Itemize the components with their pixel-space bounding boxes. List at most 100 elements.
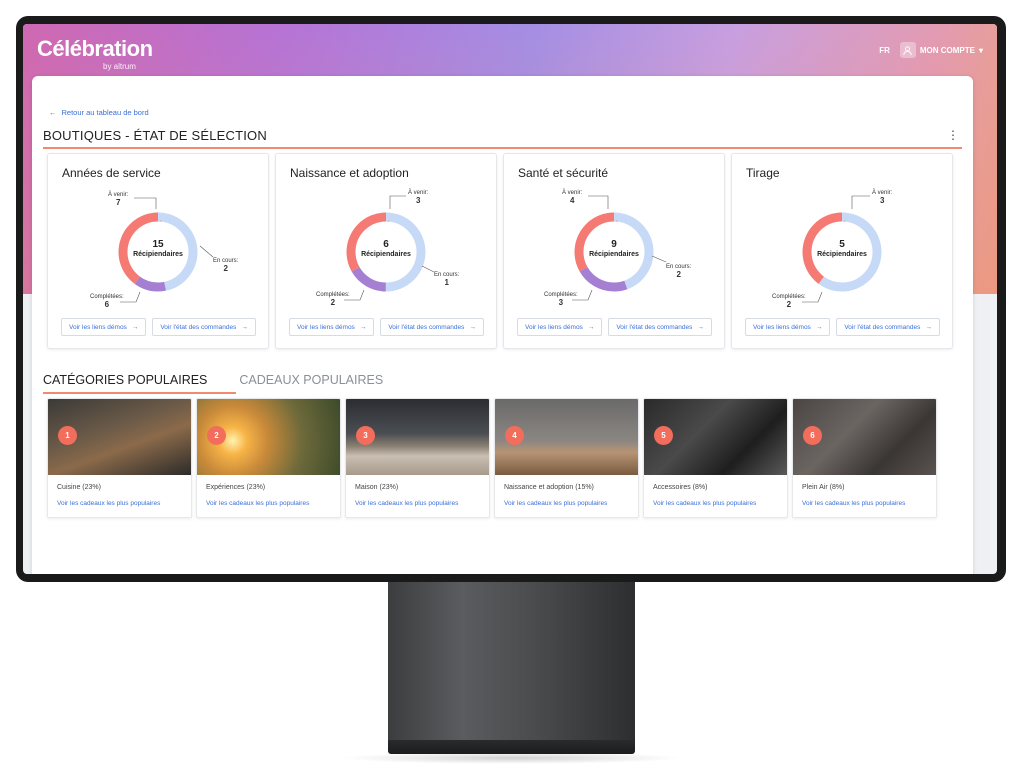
- annotation-completees: Complétées: 2: [772, 294, 806, 309]
- leader-line: [134, 197, 157, 209]
- rank-badge: 3: [356, 426, 375, 445]
- category-name: Accessoires (8%): [653, 484, 708, 491]
- leader-line: [588, 195, 609, 209]
- annotation-a-venir: À venir: 7: [108, 192, 128, 207]
- annotation-value: 2: [223, 264, 228, 273]
- tab-categories[interactable]: CATÉGORIES POPULAIRES: [43, 373, 207, 391]
- shop-actions: Voir les liens démos → Voir l'état des c…: [745, 318, 940, 336]
- app-screen: Célébration by altrum FR MON COMPTE ▾ ← …: [23, 24, 997, 574]
- tab-gifts[interactable]: CADEAUX POPULAIRES: [239, 373, 383, 391]
- user-avatar-icon: [899, 42, 916, 58]
- annotation-value: 6: [104, 300, 110, 309]
- donut-chart: [572, 195, 667, 301]
- arrow-right-icon: →: [359, 323, 367, 331]
- account-menu[interactable]: MON COMPTE ▾: [899, 42, 983, 58]
- shop-actions: Voir les liens démos → Voir l'état des c…: [289, 318, 484, 336]
- category-name: Naissance et adoption (15%): [504, 484, 594, 491]
- shop-actions: Voir les liens démos → Voir l'état des c…: [517, 318, 712, 336]
- button-label: Voir les liens démos: [69, 323, 127, 331]
- annotation-a-venir: À venir: 3: [408, 190, 428, 205]
- category-card[interactable]: 2 Expériences (23%) Voir les cadeaux les…: [196, 398, 341, 518]
- annotation-a-venir: À venir: 4: [562, 190, 582, 205]
- arrow-right-icon: →: [131, 323, 139, 331]
- donut-chart: [802, 195, 882, 303]
- recipients-total: 6: [383, 239, 389, 250]
- leader-line: [851, 195, 870, 209]
- popular-gifts-link[interactable]: Voir les cadeaux les plus populaires: [355, 500, 458, 507]
- popular-gifts-link[interactable]: Voir les cadeaux les plus populaires: [802, 500, 905, 507]
- donut-chart: [118, 197, 214, 303]
- category-card[interactable]: 3 Maison (23%) Voir les cadeaux les plus…: [345, 398, 490, 518]
- button-label: Voir l'état des commandes: [844, 323, 921, 331]
- donut-chart: [344, 195, 435, 301]
- category-card[interactable]: 4 Naissance et adoption (15%) Voir les c…: [494, 398, 639, 518]
- button-label: Voir les liens démos: [753, 323, 811, 331]
- view-demo-links-button[interactable]: Voir les liens démos →: [61, 318, 147, 336]
- leader-line: [389, 195, 406, 209]
- annotation-a-venir: À venir: 3: [872, 190, 892, 205]
- view-demo-links-button[interactable]: Voir les liens démos →: [517, 318, 603, 336]
- view-demo-links-button[interactable]: Voir les liens démos →: [289, 318, 375, 336]
- popular-gifts-link[interactable]: Voir les cadeaux les plus populaires: [57, 500, 160, 507]
- shop-card: Années de service 15 Récipiendaires À ve…: [47, 153, 269, 349]
- annotation-value: 3: [879, 196, 885, 205]
- more-options-icon[interactable]: ⋮: [947, 129, 959, 141]
- logo-subtitle: by altrum: [103, 62, 136, 71]
- view-demo-links-button[interactable]: Voir les liens démos →: [745, 318, 831, 336]
- annotation-value: 2: [676, 270, 681, 279]
- recipients-label: Récipiendaires: [133, 251, 183, 258]
- category-name: Expériences (23%): [206, 484, 266, 491]
- page-title: BOUTIQUES - ÉTAT DE SÉLECTION: [43, 128, 267, 143]
- recipients-total: 9: [611, 239, 617, 250]
- monitor-stand-base: [388, 740, 635, 754]
- annotation-value: 7: [115, 198, 121, 207]
- back-link[interactable]: ← Retour au tableau de bord: [49, 108, 149, 117]
- shop-card: Santé et sécurité 9 Récipiendaires À ven…: [503, 153, 725, 349]
- popular-gifts-link[interactable]: Voir les cadeaux les plus populaires: [504, 500, 607, 507]
- monitor-bezel: Célébration by altrum FR MON COMPTE ▾ ← …: [16, 16, 1006, 582]
- annotation-en-cours: En cours: 2: [213, 258, 238, 273]
- popular-gifts-link[interactable]: Voir les cadeaux les plus populaires: [206, 500, 309, 507]
- arrow-left-icon: ←: [49, 108, 57, 117]
- annotation-value: 3: [415, 196, 421, 205]
- active-tab-indicator: [43, 392, 236, 394]
- category-card[interactable]: 6 Plein Air (8%) Voir les cadeaux les pl…: [792, 398, 937, 518]
- view-orders-button[interactable]: Voir l'état des commandes →: [836, 318, 940, 336]
- arrow-right-icon: →: [469, 323, 476, 331]
- annotation-value: 2: [330, 298, 336, 307]
- rank-badge: 4: [505, 426, 524, 445]
- title-divider: [43, 147, 962, 149]
- arrow-right-icon: →: [587, 323, 595, 331]
- button-label: Voir l'état des commandes: [388, 323, 465, 331]
- annotation-en-cours: En cours: 1: [434, 272, 459, 287]
- arrow-right-icon: →: [241, 323, 248, 331]
- header-controls: FR MON COMPTE ▾: [879, 42, 983, 58]
- category-name: Plein Air (8%): [802, 484, 845, 491]
- annotation-value: 4: [569, 196, 575, 205]
- view-orders-button[interactable]: Voir l'état des commandes →: [608, 318, 712, 336]
- language-switch[interactable]: FR: [879, 46, 890, 55]
- rank-badge: 2: [207, 426, 226, 445]
- leader-line: [421, 265, 435, 273]
- button-label: Voir les liens démos: [297, 323, 355, 331]
- arrow-right-icon: →: [815, 323, 823, 331]
- rank-badge: 6: [803, 426, 822, 445]
- annotation-en-cours: En cours: 2: [666, 264, 691, 279]
- popular-gifts-link[interactable]: Voir les cadeaux les plus populaires: [653, 500, 756, 507]
- recipients-total: 15: [152, 239, 164, 250]
- rank-badge: 1: [58, 426, 77, 445]
- annotation-completees: Complétées: 6: [90, 294, 124, 309]
- arrow-right-icon: →: [925, 323, 932, 331]
- account-label: MON COMPTE: [919, 45, 975, 55]
- shop-card: Tirage 5 Récipiendaires À venir: 3 Compl…: [731, 153, 953, 349]
- recipients-label: Récipiendaires: [361, 251, 411, 258]
- view-orders-button[interactable]: Voir l'état des commandes →: [380, 318, 484, 336]
- category-card[interactable]: 1 Cuisine (23%) Voir les cadeaux les plu…: [47, 398, 192, 518]
- annotation-completees: Complétées: 2: [316, 292, 350, 307]
- category-card[interactable]: 5 Accessoires (8%) Voir les cadeaux les …: [643, 398, 788, 518]
- button-label: Voir les liens démos: [525, 323, 583, 331]
- annotation-value: 1: [444, 278, 449, 287]
- app-logo[interactable]: Célébration by altrum: [37, 36, 153, 71]
- view-orders-button[interactable]: Voir l'état des commandes →: [152, 318, 256, 336]
- category-name: Cuisine (23%): [57, 484, 101, 491]
